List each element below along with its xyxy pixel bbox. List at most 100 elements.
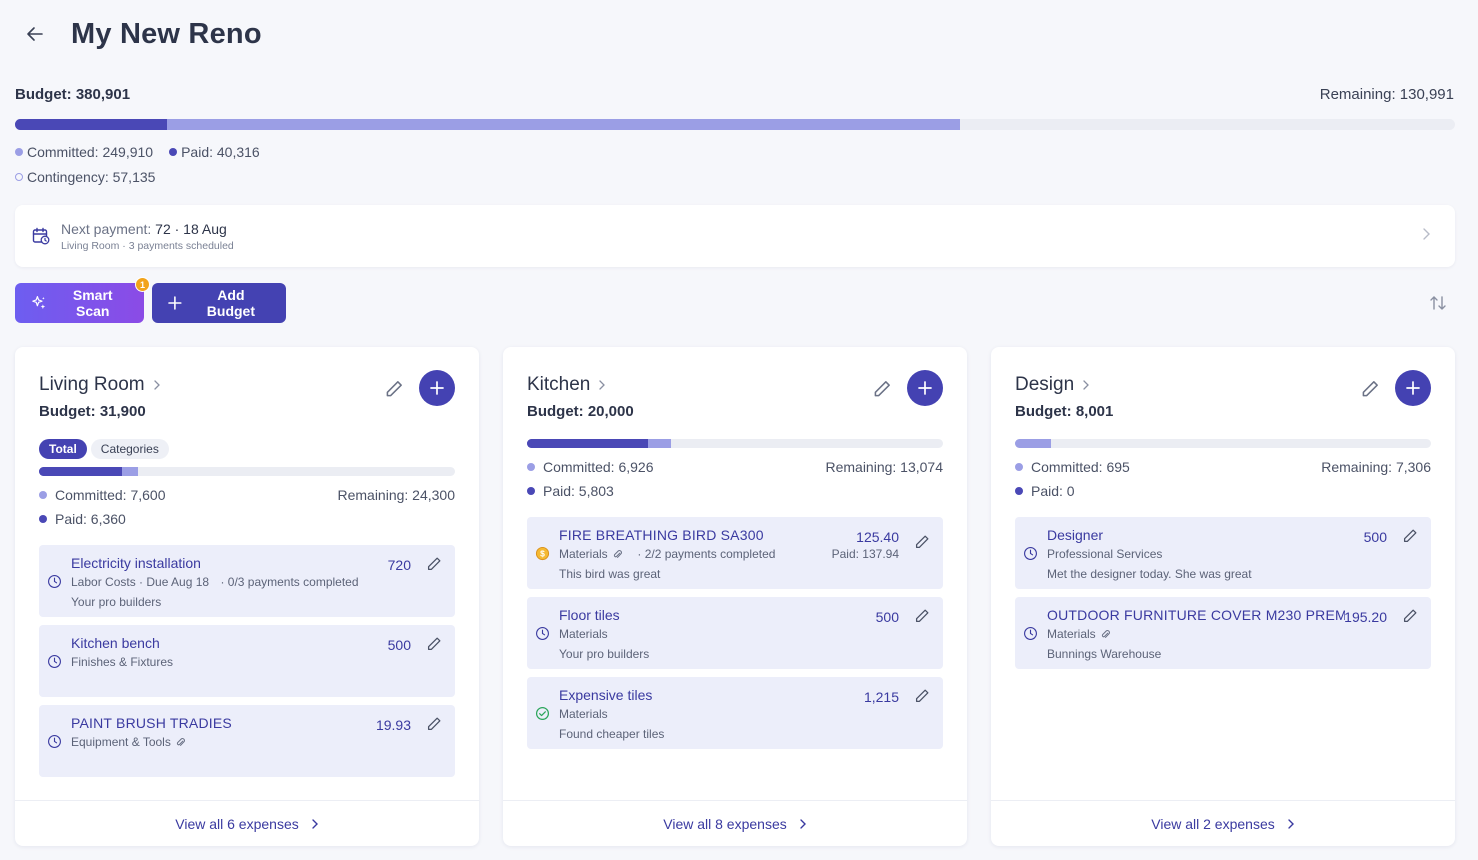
expense-name[interactable]: OUTDOOR FURNITURE COVER M230 PREM S...	[1047, 607, 1345, 623]
expense-note: Your pro builders	[559, 647, 650, 661]
expense-note: Your pro builders	[71, 595, 162, 609]
smart-scan-badge: 1	[135, 277, 150, 292]
card-title-link[interactable]: Design	[1015, 374, 1090, 396]
total-remaining: Remaining: 130,991	[1319, 86, 1454, 103]
card-remaining: Remaining: 13,074	[825, 459, 943, 475]
card-paid: Paid: 0	[1031, 483, 1075, 499]
paid-dot	[169, 148, 178, 156]
chevron-right-icon	[1423, 228, 1430, 240]
pencil-icon[interactable]	[871, 378, 893, 400]
expense-note: This bird was great	[559, 567, 661, 581]
pencil-icon[interactable]	[913, 607, 931, 625]
page-header: My New Reno	[15, 14, 262, 54]
add-budget-button[interactable]: Add Budget	[152, 283, 286, 323]
card-stat-committed: Committed: 6,926 Remaining: 13,074	[527, 459, 943, 475]
view-all-label: View all 2 expenses	[1151, 815, 1275, 832]
expense-item[interactable]: Floor tiles Materials Your pro builders …	[527, 597, 943, 669]
clock-icon	[1024, 627, 1037, 640]
pencil-icon[interactable]	[1401, 607, 1419, 625]
expense-amount: 500	[1363, 529, 1387, 545]
expense-amount: 500	[387, 637, 411, 653]
card-stat-committed: Committed: 7,600 Remaining: 24,300	[39, 487, 455, 503]
next-payment-card[interactable]: Next payment: 72 · 18 Aug Living Room · …	[15, 205, 1455, 267]
plus-icon	[168, 296, 182, 310]
expense-amount: 125.40	[856, 529, 899, 545]
paid-dot	[1015, 487, 1023, 495]
paid-fill	[527, 439, 648, 448]
expense-name[interactable]: Floor tiles	[559, 607, 620, 623]
expense-name[interactable]: Kitchen bench	[71, 635, 160, 651]
clock-icon	[48, 735, 61, 748]
expense-item[interactable]: Designer Professional Services Met the d…	[1015, 517, 1431, 589]
expense-category: Finishes & Fixtures	[71, 655, 174, 669]
expense-category: Materials	[559, 627, 608, 641]
card-stat-paid: Paid: 5,803	[527, 483, 943, 499]
card-stat-committed: Committed: 695 Remaining: 7,306	[1015, 459, 1431, 475]
expense-item[interactable]: Expensive tiles Materials Found cheaper …	[527, 677, 943, 749]
budget-card-kitchen: Kitchen Budget: 20,000 Committed: 6,926 …	[503, 347, 967, 846]
svg-text:$: $	[540, 549, 545, 559]
pencil-icon[interactable]	[425, 635, 443, 653]
next-payment-label: Next payment:	[61, 220, 152, 237]
tab-total[interactable]: Total	[39, 439, 87, 459]
expense-item[interactable]: OUTDOOR FURNITURE COVER M230 PREM S... M…	[1015, 597, 1431, 669]
card-title-link[interactable]: Kitchen	[527, 374, 606, 396]
expense-name[interactable]: Electricity installation	[71, 555, 201, 571]
view-all-expenses-link[interactable]: View all 6 expenses	[15, 800, 479, 846]
expense-name[interactable]: PAINT BRUSH TRADIES	[71, 715, 232, 731]
expense-name[interactable]: FIRE BREATHING BIRD SA300	[559, 527, 764, 543]
card-budget: Budget: 31,900	[39, 403, 146, 420]
pencil-icon[interactable]	[425, 715, 443, 733]
paid-fill	[39, 467, 122, 476]
expense-item[interactable]: PAINT BRUSH TRADIES Equipment & Tools 19…	[39, 705, 455, 777]
pencil-icon[interactable]	[1359, 378, 1381, 400]
plus-icon	[918, 381, 932, 395]
paid-fill	[15, 119, 168, 130]
chevron-right-icon	[312, 818, 318, 829]
expense-amount: 19.93	[375, 717, 411, 733]
card-progress-bar	[1015, 439, 1431, 448]
pencil-icon[interactable]	[425, 555, 443, 573]
card-stat-paid: Paid: 6,360	[39, 511, 455, 527]
add-expense-button[interactable]	[419, 370, 455, 406]
next-payment-sub: Living Room · 3 payments scheduled	[61, 239, 234, 252]
chevron-right-icon	[1288, 818, 1294, 829]
expense-name[interactable]: Expensive tiles	[559, 687, 652, 703]
card-budget: Budget: 8,001	[1015, 403, 1114, 420]
expense-category: Equipment & Tools	[71, 735, 186, 749]
sparkle-icon	[32, 296, 46, 309]
budget-card-design: Design Budget: 8,001 Committed: 695 Rema…	[991, 347, 1455, 846]
expense-item[interactable]: Electricity installation Labor Costs · D…	[39, 545, 455, 617]
pencil-icon[interactable]	[1401, 527, 1419, 545]
expense-amount: 1,215	[863, 689, 899, 705]
expense-item[interactable]: Kitchen bench Finishes & Fixtures 500	[39, 625, 455, 697]
card-progress-bar	[527, 439, 943, 448]
clock-icon	[48, 655, 61, 668]
clock-icon	[1024, 547, 1037, 560]
add-budget-label: Add Budget	[206, 287, 255, 319]
add-expense-button[interactable]	[1395, 370, 1431, 406]
page-title: My New Reno	[71, 17, 262, 50]
smart-scan-button[interactable]: Smart Scan 1	[15, 277, 150, 323]
pencil-icon[interactable]	[913, 687, 931, 705]
expense-amount: 720	[387, 557, 411, 573]
sort-icon[interactable]	[1428, 293, 1448, 313]
committed-dot	[15, 148, 23, 156]
view-all-expenses-link[interactable]: View all 8 expenses	[503, 800, 967, 846]
expense-note: Bunnings Warehouse	[1047, 647, 1162, 661]
plus-icon	[1406, 381, 1420, 395]
expense-category: Materials	[1047, 627, 1111, 641]
expense-item[interactable]: $ FIRE BREATHING BIRD SA300 Materials · …	[527, 517, 943, 589]
view-all-expenses-link[interactable]: View all 2 expenses	[991, 800, 1455, 846]
expense-category: Labor Costs · Due Aug 18 · 0/3 payments …	[71, 575, 359, 589]
tab-categories[interactable]: Categories	[90, 439, 169, 459]
pencil-icon[interactable]	[383, 378, 405, 400]
legend-committed: Committed: 249,910	[15, 144, 153, 160]
clock-icon	[536, 627, 549, 640]
add-expense-button[interactable]	[907, 370, 943, 406]
committed-dot	[527, 463, 535, 471]
pencil-icon[interactable]	[913, 533, 931, 551]
card-title-link[interactable]: Living Room	[39, 374, 161, 396]
expense-name[interactable]: Designer	[1047, 527, 1103, 543]
back-button[interactable]	[15, 14, 55, 54]
